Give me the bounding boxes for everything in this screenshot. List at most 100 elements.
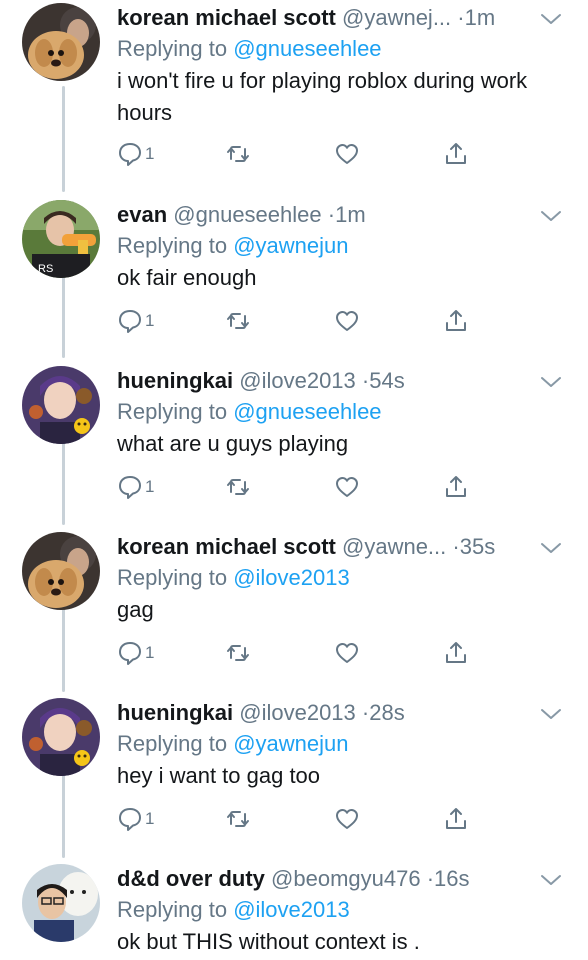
timestamp[interactable]: 16s xyxy=(434,866,469,891)
replying-to: Replying to @gnueseehlee xyxy=(117,396,588,428)
tweet-actions: 1 xyxy=(117,139,477,169)
replying-to: Replying to @ilove2013 xyxy=(117,562,588,594)
tweet[interactable]: korean michael scott @yawnej... ·1m Repl… xyxy=(0,3,588,169)
share-button[interactable] xyxy=(443,306,469,336)
tweet-text: gag xyxy=(117,597,154,622)
mention-link[interactable]: @yawnejun xyxy=(233,233,348,258)
display-name[interactable]: d&d over duty xyxy=(117,866,265,891)
avatar[interactable] xyxy=(22,698,100,776)
tweet[interactable]: d&d over duty @beomgyu476 ·16s Replying … xyxy=(0,864,588,960)
timestamp[interactable]: 35s xyxy=(460,534,495,559)
avatar[interactable] xyxy=(22,366,100,444)
replying-to: Replying to @gnueseehlee xyxy=(117,33,588,65)
tweet-header: evan @gnueseehlee ·1m xyxy=(117,200,588,230)
display-name[interactable]: evan xyxy=(117,202,167,227)
svg-text:RS: RS xyxy=(38,263,53,275)
speech-bubble-icon xyxy=(119,310,141,333)
like-button[interactable] xyxy=(334,804,360,834)
share-icon xyxy=(446,476,466,497)
mention-link[interactable]: @ilove2013 xyxy=(233,897,350,922)
mention-link[interactable]: @gnueseehlee xyxy=(233,36,381,61)
separator-dot: · xyxy=(452,534,460,559)
retweet-icon xyxy=(227,313,249,329)
mention-link[interactable]: @gnueseehlee xyxy=(233,399,381,424)
timestamp[interactable]: 1m xyxy=(335,202,366,227)
tweet[interactable]: RS evan @gnueseehlee ·1m Replying to @ya… xyxy=(0,200,588,366)
separator-dot: · xyxy=(426,866,435,891)
mention-link[interactable]: @yawnejun xyxy=(233,731,348,756)
retweet-button[interactable] xyxy=(225,139,251,169)
reply-button[interactable]: 1 xyxy=(117,638,154,668)
replying-label: Replying to xyxy=(117,399,228,424)
chevron-down-icon[interactable] xyxy=(540,12,562,26)
reply-count: 1 xyxy=(145,311,155,330)
chevron-down-icon[interactable] xyxy=(540,209,562,223)
like-button[interactable] xyxy=(334,638,360,668)
retweet-button[interactable] xyxy=(225,638,251,668)
timestamp[interactable]: 1m xyxy=(465,5,496,30)
replying-label: Replying to xyxy=(117,565,228,590)
timestamp[interactable]: 28s xyxy=(369,700,404,725)
retweet-icon xyxy=(227,645,249,661)
heart-icon xyxy=(336,311,358,331)
share-icon xyxy=(446,642,466,663)
reply-button[interactable]: 1 xyxy=(117,804,154,834)
speech-bubble-icon xyxy=(119,808,141,831)
display-name[interactable]: korean michael scott xyxy=(117,5,336,30)
avatar[interactable] xyxy=(22,3,100,81)
retweet-button[interactable] xyxy=(225,306,251,336)
reply-button[interactable]: 1 xyxy=(117,306,154,336)
chevron-down-icon[interactable] xyxy=(540,541,562,555)
user-handle[interactable]: @beomgyu476 xyxy=(271,866,421,891)
tweet-text: ok fair enough xyxy=(117,265,257,290)
tweet-actions: 1 xyxy=(117,804,477,834)
separator-dot: · xyxy=(457,5,465,30)
avatar[interactable] xyxy=(22,864,100,942)
tweet-header: korean michael scott @yawne... ·35s xyxy=(117,532,588,562)
user-handle[interactable]: @gnueseehlee xyxy=(173,202,321,227)
tweet-actions: 1 xyxy=(117,306,477,336)
like-button[interactable] xyxy=(334,139,360,169)
reply-button[interactable]: 1 xyxy=(117,472,154,502)
retweet-button[interactable] xyxy=(225,804,251,834)
retweet-button[interactable] xyxy=(225,472,251,502)
retweet-icon xyxy=(227,811,249,827)
user-handle[interactable]: @yawne... xyxy=(342,534,446,559)
user-handle[interactable]: @yawnej... xyxy=(342,5,451,30)
mention-link[interactable]: @ilove2013 xyxy=(233,565,350,590)
tweet[interactable]: hueningkai @ilove2013 ·28s Replying to @… xyxy=(0,698,588,864)
avatar[interactable] xyxy=(22,532,100,610)
timestamp[interactable]: 54s xyxy=(369,368,404,393)
user-handle[interactable]: @ilove2013 xyxy=(239,368,356,393)
replying-label: Replying to xyxy=(117,36,228,61)
avatar[interactable]: RS xyxy=(22,200,100,278)
display-name[interactable]: hueningkai xyxy=(117,700,233,725)
chevron-down-icon[interactable] xyxy=(540,375,562,389)
display-name[interactable]: hueningkai xyxy=(117,368,233,393)
replying-to: Replying to @yawnejun xyxy=(117,728,588,760)
chevron-down-icon[interactable] xyxy=(540,873,562,887)
reply-count: 1 xyxy=(145,643,155,662)
like-button[interactable] xyxy=(334,306,360,336)
tweet[interactable]: korean michael scott @yawne... ·35s Repl… xyxy=(0,532,588,698)
tweet[interactable]: hueningkai @ilove2013 ·54s Replying to @… xyxy=(0,366,588,532)
tweet-header: d&d over duty @beomgyu476 ·16s xyxy=(117,864,588,894)
tweet-header: hueningkai @ilove2013 ·28s xyxy=(117,698,588,728)
share-button[interactable] xyxy=(443,638,469,668)
chevron-down-icon[interactable] xyxy=(540,707,562,721)
share-icon xyxy=(446,143,466,164)
reply-button[interactable]: 1 xyxy=(117,139,154,169)
share-button[interactable] xyxy=(443,804,469,834)
replying-label: Replying to xyxy=(117,233,228,258)
share-button[interactable] xyxy=(443,472,469,502)
display-name[interactable]: korean michael scott xyxy=(117,534,336,559)
retweet-icon xyxy=(227,479,249,495)
replying-to: Replying to @yawnejun xyxy=(117,230,588,262)
user-handle[interactable]: @ilove2013 xyxy=(239,700,356,725)
like-button[interactable] xyxy=(334,472,360,502)
share-button[interactable] xyxy=(443,139,469,169)
tweet-header: hueningkai @ilove2013 ·54s xyxy=(117,366,588,396)
separator-dot: · xyxy=(327,202,336,227)
tweet-text: i won't fire u for playing roblox during… xyxy=(117,68,528,125)
heart-icon xyxy=(336,144,358,164)
